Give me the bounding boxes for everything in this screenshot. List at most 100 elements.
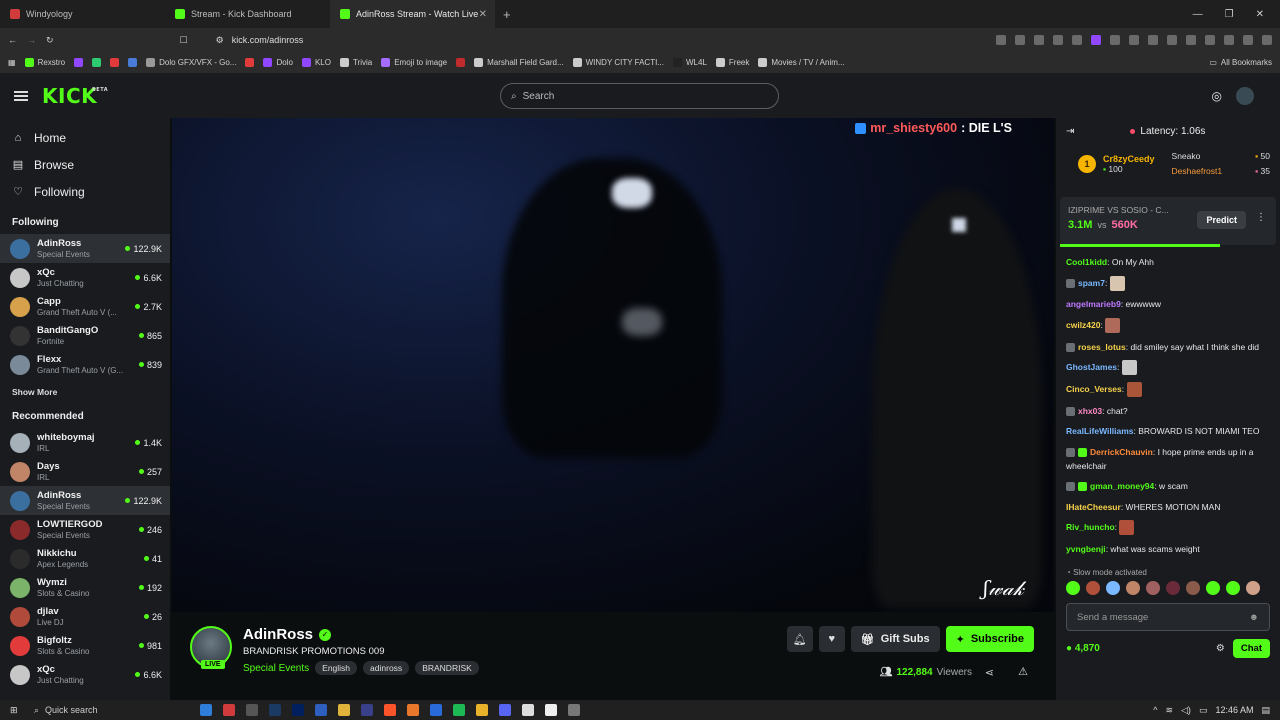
prediction-card[interactable]: IZIPRIME VS SOSIO - C... 3.1M vs 560K Pr… [1060,197,1276,247]
bookmark-item[interactable]: Marshall Field Gard... [474,58,564,67]
sidebar-channel[interactable]: Days IRL 257 [0,457,170,486]
chat-username[interactable]: spam7 [1078,278,1105,288]
collapse-chat-icon[interactable]: ⇥ [1066,126,1074,137]
chat-username[interactable]: RealLifeWilliams [1066,426,1133,436]
emote[interactable] [1066,581,1080,596]
extension-icon[interactable] [1034,35,1044,45]
sidebar-channel[interactable]: djlav Live DJ 26 [0,602,170,631]
emoji-icon[interactable]: ☻ [1249,612,1259,623]
send-chat-button[interactable]: Chat [1232,639,1270,659]
emote[interactable] [1146,581,1160,596]
sidebar-channel[interactable]: Capp Grand Theft Auto V (... 2.7K [0,292,170,321]
taskbar-search[interactable]: ⌕ Quick search [28,702,188,718]
chat-username[interactable]: xhx03 [1078,406,1102,416]
forward-icon[interactable]: → [27,35,36,45]
nav-home[interactable]: ⌂ Home [0,124,170,151]
chat-username[interactable]: yvngbenji [1066,544,1106,554]
wifi-icon[interactable]: ≋ [1165,705,1173,716]
camera-icon[interactable]: ◎ [1212,89,1222,103]
extension-icon[interactable] [1262,35,1272,45]
app-icon[interactable] [522,704,534,716]
sidebar-channel[interactable]: AdinRoss Special Events 122.9K [0,234,170,263]
more-options-icon[interactable]: ⋮ [1256,212,1266,223]
extension-icon[interactable] [1186,35,1196,45]
app-icon[interactable] [200,704,212,716]
bookmark-item[interactable]: Dolo GFX/VFX - Go... [146,58,236,67]
leader-name[interactable]: Deshaefrost1 [1172,164,1223,179]
emote[interactable] [1126,581,1140,596]
follow-button[interactable]: ♥ [818,626,845,652]
bookmark-item[interactable]: Freek [715,58,749,67]
chat-username[interactable]: Riv_huncho [1066,522,1115,532]
reload-icon[interactable]: ↻ [46,35,54,46]
chat-username[interactable]: gman_money94 [1090,481,1154,491]
show-more-button[interactable]: Show More [0,379,170,399]
sidebar-channel[interactable]: Flexx Grand Theft Auto V (G... 839 [0,350,170,379]
user-avatar[interactable] [1236,87,1254,105]
app-icon[interactable] [499,704,511,716]
bookmark-item[interactable]: Rexstro [24,58,65,67]
emote[interactable] [1246,581,1260,596]
clock[interactable]: 12:46 AM [1215,705,1253,715]
nav-following[interactable]: ♡ Following [0,178,170,205]
leader-name[interactable]: Cr8zyCeedy [1103,154,1155,164]
bookmark-item[interactable]: WINDY CITY FACTI... [572,58,664,67]
app-icon[interactable] [453,704,465,716]
nav-browse[interactable]: ▤ Browse [0,151,170,178]
app-icon[interactable] [361,704,373,716]
sidebar-channel[interactable]: Nikkichu Apex Legends 41 [0,544,170,573]
chat-username[interactable]: cwilz420 [1066,320,1101,330]
battery-icon[interactable]: ▭ [1199,705,1208,716]
extension-icon[interactable] [1129,35,1139,45]
sidebar-channel[interactable]: xQc Just Chatting 6.6K [0,263,170,292]
bookmark-item[interactable] [74,58,84,67]
sidebar-channel[interactable]: BanditGangO Fortnite 865 [0,321,170,350]
extension-icon[interactable] [1243,35,1253,45]
sidebar-channel[interactable]: LOWTIERGOD Special Events 246 [0,515,170,544]
emote[interactable] [1226,581,1240,596]
gift-subs-button[interactable]: 🎁︎ Gift Subs [850,626,940,652]
chat-username[interactable]: Cool1kidd [1066,257,1107,267]
emote[interactable] [1106,581,1120,596]
app-icon[interactable] [545,704,557,716]
volume-icon[interactable]: ◁) [1181,705,1191,716]
bookmark-item[interactable] [128,58,138,67]
extension-icon[interactable] [1167,35,1177,45]
tag[interactable]: BRANDRISK [415,661,479,675]
app-icon[interactable] [384,704,396,716]
bookmark-item[interactable]: Movies / TV / Anim... [758,58,845,67]
site-info-icon[interactable]: ⚙ [216,35,224,46]
app-icon[interactable] [338,704,350,716]
chat-username[interactable]: DerrickChauvin [1090,447,1153,457]
app-icon[interactable] [476,704,488,716]
tag[interactable]: English [315,661,358,675]
search-input[interactable]: ⌕ Search [500,83,779,109]
chat-input[interactable]: Send a message ☻ [1066,603,1270,632]
maximize-icon[interactable]: ❐ [1225,9,1234,20]
windows-start-icon[interactable]: ⊞ [10,705,18,716]
leader-name[interactable]: Sneako [1172,149,1223,164]
all-bookmarks[interactable]: ▭ All Bookmarks [1209,58,1272,67]
sidebar-channel[interactable]: xQc Just Chatting 6.6K [0,660,170,689]
extension-icon[interactable] [1091,35,1101,45]
emote[interactable] [1186,581,1200,596]
app-icon[interactable] [269,704,281,716]
browser-tab[interactable]: Windyology [0,0,165,28]
close-tab-icon[interactable]: ✕ [479,9,487,20]
chat-username[interactable]: IHateCheesur [1066,502,1121,512]
notifications-icon[interactable]: ▤ [1261,705,1270,716]
app-icon[interactable] [292,704,304,716]
chat-username[interactable]: GhostJames [1066,362,1117,372]
extension-icon[interactable] [1053,35,1063,45]
chat-username[interactable]: Cinco_Verses [1066,384,1122,394]
app-icon[interactable] [223,704,235,716]
kick-logo[interactable]: KICK BETA [42,84,108,108]
url-field[interactable]: ⚙ kick.com/adinross [207,30,848,50]
bookmark-item[interactable]: WL4L [673,58,707,67]
bookmark-item[interactable]: Dolo [263,58,293,67]
new-tab-icon[interactable]: + [495,7,519,22]
app-icon[interactable] [315,704,327,716]
bookmark-item[interactable] [245,58,255,67]
apps-icon[interactable]: ▦ [8,58,16,67]
sidebar-channel[interactable]: whiteboymaj IRL 1.4K [0,428,170,457]
